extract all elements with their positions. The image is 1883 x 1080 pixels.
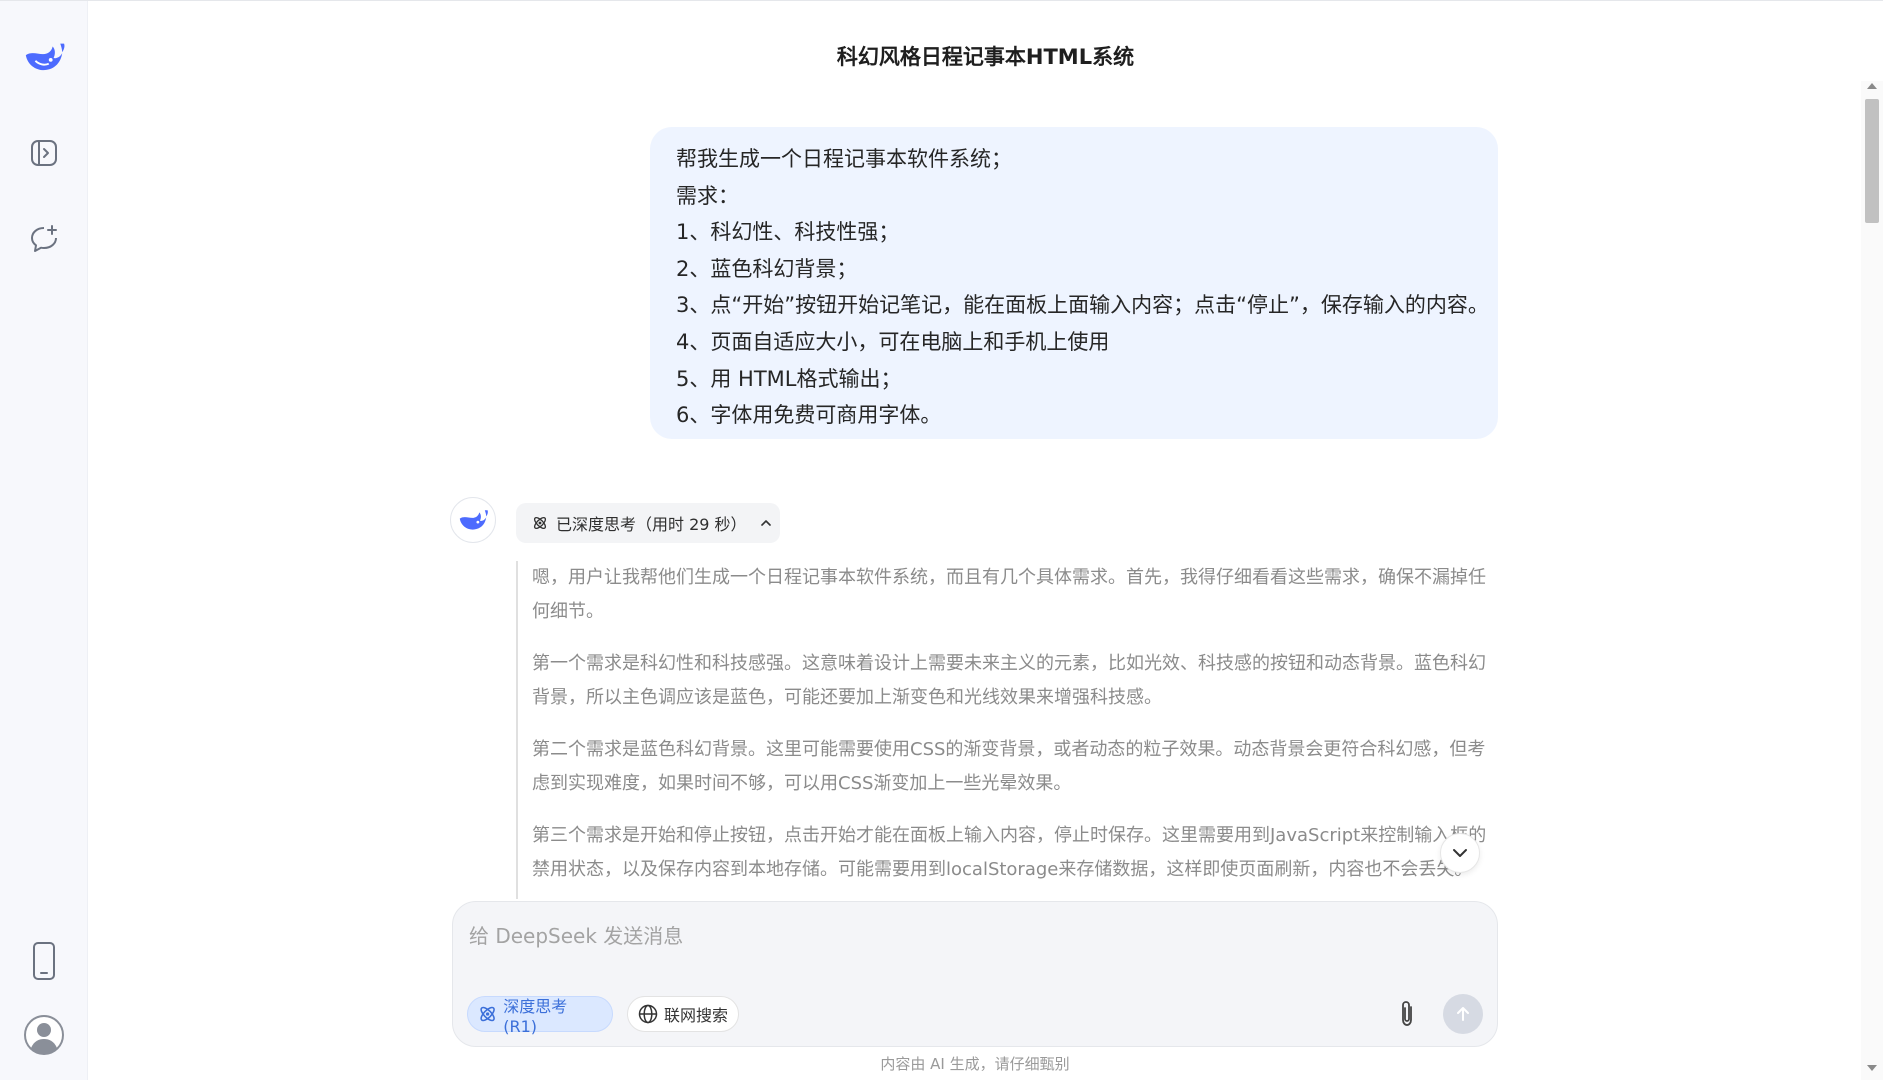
whale-logo-icon xyxy=(459,510,488,530)
user-avatar-button[interactable] xyxy=(22,1013,66,1057)
globe-icon xyxy=(638,1004,658,1024)
send-button[interactable] xyxy=(1443,994,1483,1034)
user-message-line: 2、蓝色科幻背景； xyxy=(676,256,858,281)
user-message-line: 3、点“开始”按钮开始记笔记，能在面板上面输入内容；点击“停止”，保存输入的内容… xyxy=(676,293,1489,318)
open-sidebar-button[interactable] xyxy=(22,131,66,175)
reasoning-content: 嗯，用户让我帮他们生成一个日程记事本软件系统，而且有几个具体需求。首先，我得仔细… xyxy=(516,561,1500,899)
user-message-line: 需求： xyxy=(676,183,739,208)
user-message-bubble: 帮我生成一个日程记事本软件系统； 需求： 1、科幻性、科技性强； 2、蓝色科幻背… xyxy=(650,127,1498,439)
user-message-line: 6、字体用免费可商用字体。 xyxy=(676,403,942,428)
message-composer: 深度思考 (R1) 联网搜索 xyxy=(452,901,1498,1047)
arrow-up-icon xyxy=(1457,1007,1469,1021)
scroll-up-arrow-icon[interactable] xyxy=(1867,83,1877,89)
chevron-down-icon xyxy=(1453,849,1467,857)
atom-icon xyxy=(533,516,547,530)
deepseek-logo[interactable] xyxy=(22,35,66,79)
deep-think-toggle-button[interactable]: 深度思考 (R1) xyxy=(467,996,613,1036)
attach-file-button[interactable] xyxy=(1389,996,1425,1032)
deep-thinking-toggle[interactable]: 已深度思考（用时 29 秒） xyxy=(516,503,780,543)
reasoning-paragraph: 第三个需求是开始和停止按钮，点击开始才能在面板上输入内容，停止时保存。这里需要用… xyxy=(532,825,1487,880)
assistant-avatar xyxy=(450,497,496,543)
sidebar xyxy=(0,1,88,1080)
web-search-label: 联网搜索 xyxy=(664,1006,729,1025)
reasoning-paragraph: 第二个需求是蓝色科幻背景。这里可能需要使用CSS的渐变背景，或者动态的粒子效果。… xyxy=(532,739,1486,794)
ai-disclaimer: 内容由 AI 生成，请仔细甄别 xyxy=(880,1055,1070,1073)
message-input[interactable] xyxy=(469,916,1369,956)
whale-logo-icon xyxy=(25,43,65,71)
scroll-down-arrow-icon[interactable] xyxy=(1867,1065,1877,1071)
scrollbar-thumb[interactable] xyxy=(1865,99,1879,223)
reasoning-paragraph: 第一个需求是科幻性和科技感强。这意味着设计上需要未来主义的元素，比如光效、科技感… xyxy=(532,653,1486,708)
new-chat-icon xyxy=(31,225,57,252)
paperclip-icon xyxy=(1402,1001,1412,1026)
new-chat-button[interactable] xyxy=(22,217,66,261)
mobile-phone-icon xyxy=(33,942,55,980)
chevron-up-icon xyxy=(760,520,771,526)
app-window: 科幻风格日程记事本HTML系统 帮我生成一个日程记事本软件系统； 需求： 1、科… xyxy=(0,0,1883,1080)
user-message-line: 1、科幻性、科技性强； xyxy=(676,220,900,245)
reasoning-paragraph: 嗯，用户让我帮他们生成一个日程记事本软件系统，而且有几个具体需求。首先，我得仔细… xyxy=(532,567,1486,622)
user-message-line: 5、用 HTML格式输出； xyxy=(676,366,902,391)
user-message-line: 4、页面自适应大小，可在电脑上和手机上使用 xyxy=(676,329,1110,354)
atom-icon xyxy=(480,1006,495,1022)
web-search-toggle-button[interactable]: 联网搜索 xyxy=(627,996,739,1032)
page-scrollbar[interactable] xyxy=(1861,81,1883,1080)
deep-think-label: 深度思考 (R1) xyxy=(503,996,568,1036)
mobile-app-button[interactable] xyxy=(22,939,66,983)
user-message-line: 帮我生成一个日程记事本软件系统； xyxy=(676,147,1012,171)
user-avatar-icon xyxy=(24,1015,64,1055)
open-sidebar-icon xyxy=(31,140,57,166)
conversation-title: 科幻风格日程记事本HTML系统 xyxy=(836,45,1135,69)
scroll-to-bottom-button[interactable] xyxy=(1440,833,1480,873)
thinking-duration-label: 已深度思考（用时 29 秒） xyxy=(556,515,747,534)
